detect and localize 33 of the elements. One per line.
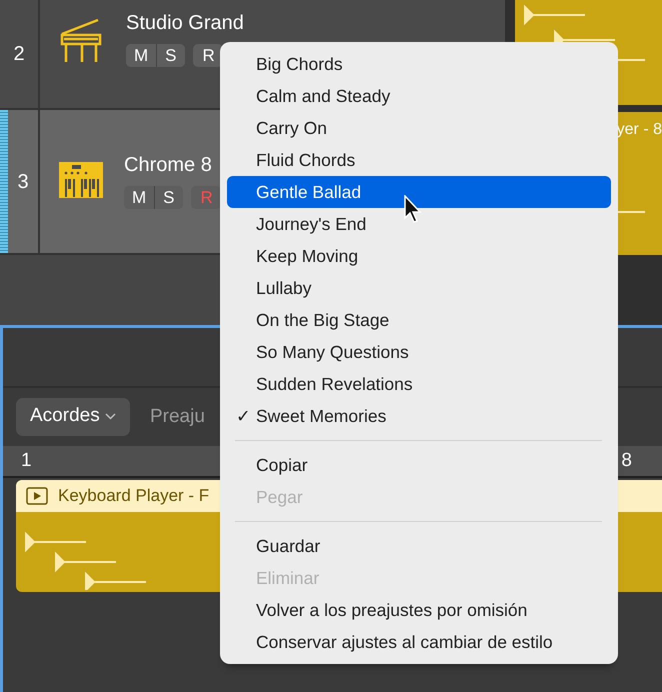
menu-item[interactable]: Lullaby bbox=[227, 272, 611, 304]
track-number: 3 bbox=[8, 110, 40, 253]
menu-item[interactable]: Big Chords bbox=[227, 48, 611, 80]
presets-label: Preaju bbox=[150, 404, 205, 429]
menu-item[interactable]: Carry On bbox=[227, 112, 611, 144]
track-name: Studio Grand bbox=[126, 11, 244, 36]
menu-item[interactable]: Fluid Chords bbox=[227, 144, 611, 176]
menu-item[interactable]: Conservar ajustes al cambiar de estilo bbox=[227, 626, 611, 658]
menu-item[interactable]: Calm and Steady bbox=[227, 80, 611, 112]
record-button[interactable]: R bbox=[192, 44, 223, 67]
menu-item[interactable]: Keep Moving bbox=[227, 240, 611, 272]
menu-item[interactable]: ✓ Sweet Memories bbox=[227, 400, 611, 432]
chevron-down-icon bbox=[104, 412, 116, 420]
menu-item[interactable]: Sudden Revelations bbox=[227, 368, 611, 400]
menu-item[interactable]: Volver a los preajustes por omisión bbox=[227, 594, 611, 626]
menu-item[interactable]: On the Big Stage bbox=[227, 304, 611, 336]
menu-item[interactable]: Gentle Ballad bbox=[227, 176, 611, 208]
track-number: 2 bbox=[0, 0, 40, 108]
region-title: Keyboard Player - F bbox=[58, 485, 210, 508]
bar-number: 1 bbox=[21, 448, 32, 473]
synth-keyboard-icon bbox=[58, 160, 104, 200]
menu-item[interactable]: So Many Questions bbox=[227, 336, 611, 368]
menu-item[interactable]: Copiar bbox=[227, 449, 611, 481]
track-name: Chrome 8 bbox=[124, 153, 213, 178]
menu-item[interactable]: Guardar bbox=[227, 530, 611, 562]
bar-number: 8 bbox=[621, 448, 632, 473]
checkmark: ✓ bbox=[236, 405, 252, 428]
solo-button[interactable]: S bbox=[156, 44, 185, 67]
chords-dropdown[interactable]: Acordes bbox=[16, 398, 130, 436]
mouse-pointer-icon bbox=[404, 195, 424, 225]
play-icon bbox=[26, 487, 48, 505]
menu-item[interactable]: Journey's End bbox=[227, 208, 611, 240]
region-title: yer - 8 bbox=[616, 120, 662, 140]
